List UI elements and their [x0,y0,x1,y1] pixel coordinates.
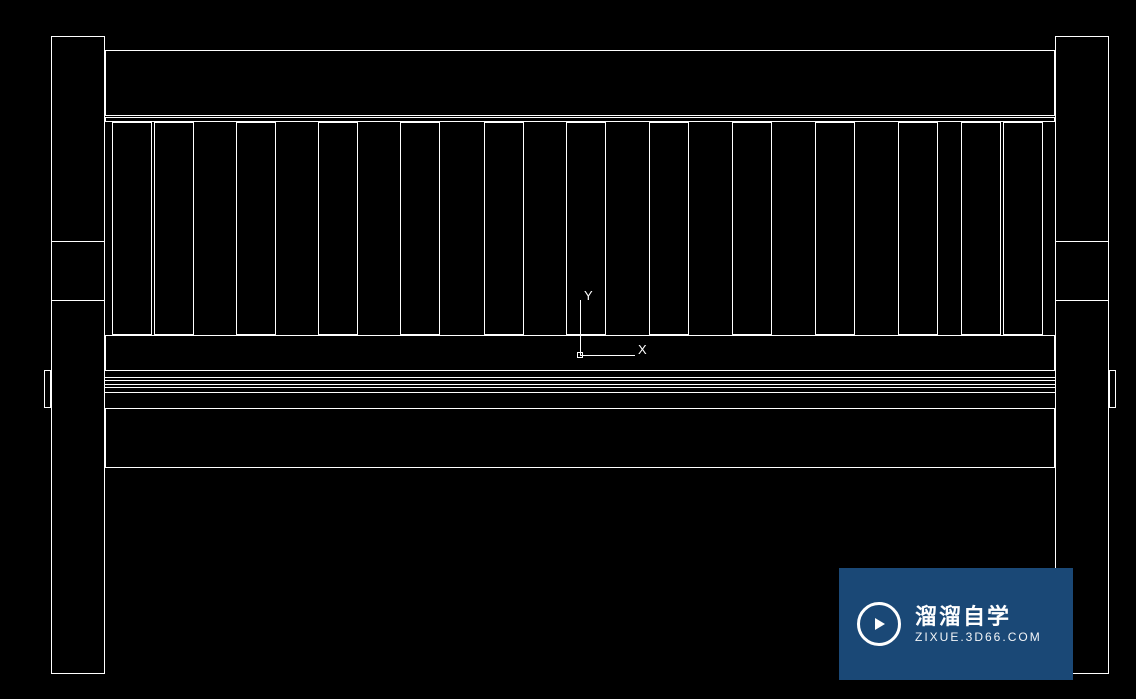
back-slat [566,122,606,335]
ucs-y-axis [580,300,581,355]
back-slat [154,122,194,335]
play-icon [857,602,901,646]
back-slat [961,122,1001,335]
watermark-subtitle: ZIXUE.3D66.COM [915,630,1042,644]
back-slat [236,122,276,335]
back-slat [649,122,689,335]
right-arm-rest [1055,241,1109,301]
apron-rail [105,408,1055,468]
left-arm-extension [44,370,51,408]
seat-plank-line-2 [105,380,1055,381]
top-backrest-rail [105,50,1055,116]
watermark-badge: 溜溜自学 ZIXUE.3D66.COM [839,568,1073,680]
watermark-title: 溜溜自学 [915,604,1042,630]
ucs-y-label: Y [584,288,593,303]
seat-plank-line-4 [105,387,1055,388]
ucs-x-axis [580,355,635,356]
left-arm-rest [51,241,105,301]
back-slat [898,122,938,335]
ucs-origin-box [577,352,583,358]
right-arm-extension [1109,370,1116,408]
left-post [51,36,105,674]
ucs-x-label: X [638,342,647,357]
back-slat [1003,122,1043,335]
back-slat [400,122,440,335]
back-slat [484,122,524,335]
seat-plank-line-1 [105,377,1055,378]
back-slat [318,122,358,335]
cad-canvas[interactable]: Y X 溜溜自学 ZIXUE.3D66.COM [0,0,1136,699]
back-slat [112,122,152,335]
seat-plank-line-5 [105,392,1055,393]
back-slat [732,122,772,335]
seat-plank-line-3 [105,384,1055,385]
back-slat [815,122,855,335]
